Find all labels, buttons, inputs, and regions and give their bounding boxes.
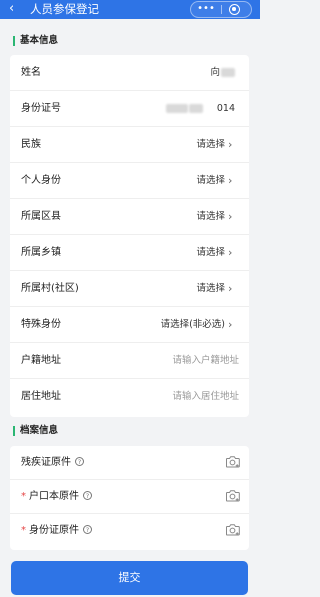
chevron-right-icon: › [228, 138, 233, 151]
field-label: 所属村(社区) [21, 283, 79, 294]
field-value: 请选择 [196, 211, 225, 222]
field-label: 所属乡镇 [21, 247, 61, 258]
field-value-id-number: 014 [165, 102, 235, 116]
submit-button[interactable]: 提交 [11, 561, 248, 595]
field-residence-address[interactable]: 居住地址 请输入居住地址 [10, 379, 249, 415]
field-value: 请选择 [196, 247, 225, 258]
field-value: 请选择 [196, 175, 225, 186]
masked-text [165, 104, 188, 113]
mini-program-capsule: ••• [190, 1, 252, 18]
section-accent-bar [13, 36, 15, 46]
back-arrow-icon[interactable]: ‹ [9, 1, 21, 17]
section-accent-bar [13, 426, 15, 436]
field-special-identity[interactable]: 特殊身份 请选择(非必选) › [10, 307, 249, 343]
field-label: 民族 [21, 139, 41, 150]
chevron-right-icon: › [228, 282, 233, 295]
field-value: 请选择 [196, 283, 225, 294]
required-mark: * [21, 525, 26, 536]
field-label: 居住地址 [21, 391, 61, 402]
close-target-icon[interactable] [229, 4, 240, 15]
masked-text [221, 68, 235, 77]
field-label: 个人身份 [21, 175, 61, 186]
camera-upload-icon[interactable] [225, 523, 240, 536]
masked-text [188, 104, 203, 113]
section-title-basic: 基本信息 [20, 35, 59, 46]
field-id-number[interactable]: 身份证号 014 [10, 91, 249, 127]
upload-label: 残疾证原件? [21, 456, 84, 470]
field-label: 所属区县 [21, 211, 61, 222]
required-mark: * [21, 491, 26, 502]
chevron-right-icon: › [228, 174, 233, 187]
chevron-right-icon: › [228, 210, 233, 223]
field-identity[interactable]: 个人身份 请选择 › [10, 163, 249, 199]
upload-disability-cert[interactable]: 残疾证原件? [10, 446, 249, 480]
archive-info-card: 残疾证原件? * 户口本原件? * 身份证原件? [10, 446, 249, 550]
help-icon[interactable]: ? [83, 491, 92, 500]
field-label: 户籍地址 [21, 355, 61, 366]
upload-label: * 户口本原件? [21, 490, 92, 504]
help-icon[interactable]: ? [75, 457, 84, 466]
chevron-right-icon: › [228, 246, 233, 259]
field-label: 特殊身份 [21, 319, 61, 330]
residence-address-input[interactable]: 请输入居住地址 [172, 390, 239, 404]
capsule-divider [221, 5, 222, 14]
field-label: 姓名 [21, 67, 41, 78]
field-label: 身份证号 [21, 103, 61, 114]
camera-upload-icon[interactable] [225, 455, 240, 468]
help-icon[interactable]: ? [83, 525, 92, 534]
basic-info-card: 姓名 向 身份证号 014 民族 请选择 › 个人身份 请选择 › 所属区县 请… [10, 55, 249, 417]
page-title: 人员参保登记 [30, 2, 99, 16]
field-village[interactable]: 所属村(社区) 请选择 › [10, 271, 249, 307]
chevron-right-icon: › [228, 318, 233, 331]
field-county[interactable]: 所属区县 请选择 › [10, 199, 249, 235]
more-options-icon[interactable]: ••• [191, 2, 221, 17]
upload-label: * 身份证原件? [21, 524, 92, 538]
camera-upload-icon[interactable] [225, 489, 240, 502]
field-value: 请选择(非必选) [160, 319, 225, 330]
field-name[interactable]: 姓名 向 [10, 55, 249, 91]
upload-household-register[interactable]: * 户口本原件? [10, 480, 249, 514]
field-value-name: 向 [210, 66, 235, 80]
field-value: 请选择 [196, 139, 225, 150]
nav-bar: ‹ 人员参保登记 ••• [0, 0, 260, 19]
field-town[interactable]: 所属乡镇 请选择 › [10, 235, 249, 271]
household-address-input[interactable]: 请输入户籍地址 [172, 354, 239, 368]
section-header-archive: 档案信息 [0, 417, 260, 445]
upload-id-card[interactable]: * 身份证原件? [10, 514, 249, 548]
section-title-archive: 档案信息 [20, 425, 59, 436]
section-header-basic: 基本信息 [0, 27, 260, 55]
field-ethnicity[interactable]: 民族 请选择 › [10, 127, 249, 163]
field-household-address[interactable]: 户籍地址 请输入户籍地址 [10, 343, 249, 379]
